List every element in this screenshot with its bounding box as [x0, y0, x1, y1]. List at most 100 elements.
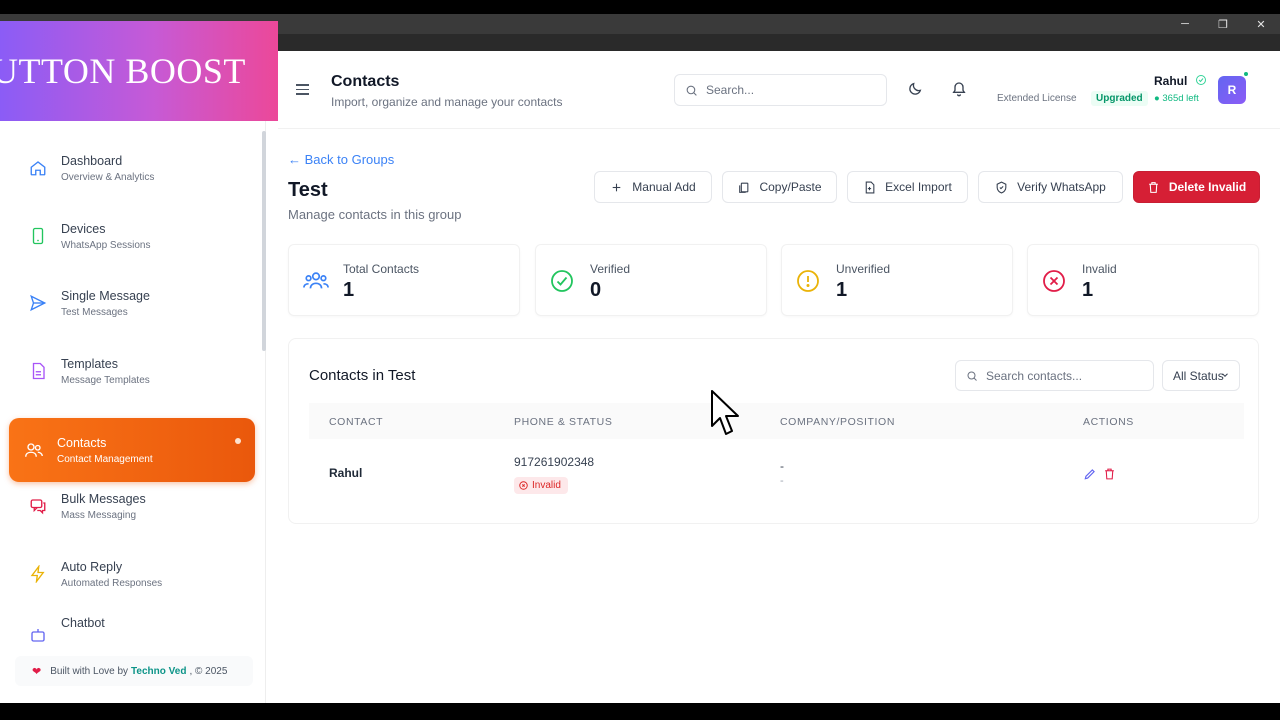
app-window: Dashboard Overview & Analytics Devices W…	[0, 51, 1280, 703]
sidebar-item-sub: Automated Responses	[61, 577, 163, 589]
footer-link[interactable]: Techno Ved	[131, 666, 186, 677]
main-content: ← Back to Groups Test Manage contacts in…	[278, 129, 1280, 703]
search-input[interactable]	[706, 83, 866, 97]
stat-value: 1	[836, 279, 848, 301]
license-label: Extended License	[997, 93, 1077, 104]
user-name: Rahul	[1154, 74, 1188, 88]
manual-add-button[interactable]: Manual Add	[594, 171, 712, 203]
sidebar-item-dashboard[interactable]: Dashboard Overview & Analytics	[9, 136, 255, 200]
stat-label: Verified	[590, 262, 631, 276]
plan-badge: Upgraded	[1091, 91, 1148, 106]
contacts-table-card: Contacts in Test All Status CONTACT PHON…	[288, 338, 1259, 524]
sidebar-item-single-message[interactable]: Single Message Test Messages	[9, 271, 255, 335]
delete-invalid-button[interactable]: Delete Invalid	[1133, 171, 1260, 203]
sidebar-item-label: Contacts	[57, 435, 107, 450]
close-button[interactable]: ✕	[1242, 18, 1280, 31]
x-circle-icon	[519, 481, 528, 490]
page-title: Contacts	[331, 73, 400, 90]
sidebar-scrollbar[interactable]	[262, 131, 266, 351]
button-label: Manual Add	[632, 180, 696, 194]
sidebar-item-templates[interactable]: Templates Message Templates	[9, 339, 255, 403]
contact-company: -	[780, 459, 784, 473]
sidebar-item-contacts[interactable]: Contacts Contact Management	[9, 418, 255, 482]
copy-paste-button[interactable]: Copy/Paste	[722, 171, 837, 203]
sidebar-item-devices[interactable]: Devices WhatsApp Sessions	[9, 204, 255, 268]
stat-label: Unverified	[836, 262, 891, 276]
button-label: Verify WhatsApp	[1017, 180, 1106, 194]
edit-icon[interactable]	[1083, 467, 1097, 481]
screen-frame: ─ ❐ ✕ UTTON BOOST Dashboard Overview & A…	[0, 0, 1280, 720]
chat-icon	[28, 496, 48, 516]
stat-card-total: Total Contacts 1	[288, 244, 520, 316]
button-label: Copy/Paste	[759, 180, 822, 194]
trash-icon	[1148, 181, 1158, 193]
sidebar-item-label: Chatbot	[61, 616, 105, 630]
column-header: COMPANY/POSITION	[780, 416, 895, 428]
footer-suffix: , © 2025	[189, 665, 228, 677]
stat-value: 1	[1082, 279, 1094, 301]
sidebar-item-sub: Contact Management	[57, 453, 153, 465]
sidebar-item-label: Auto Reply	[61, 559, 123, 574]
alert-circle-icon	[797, 270, 819, 292]
sidebar-item-sub: Overview & Analytics	[61, 171, 155, 183]
sidebar-item-bulk-messages[interactable]: Bulk Messages Mass Messaging	[9, 474, 255, 538]
sidebar-footer: ❤ Built with Love by Techno Ved , © 2025	[15, 656, 253, 686]
file-import-icon	[865, 181, 875, 193]
sidebar-item-chatbot[interactable]: Chatbot	[9, 606, 255, 646]
stat-card-unverified: Unverified 1	[781, 244, 1013, 316]
status-filter-select[interactable]: All Status	[1162, 360, 1240, 391]
column-header: CONTACT	[329, 416, 384, 428]
sidebar-item-auto-reply[interactable]: Auto Reply Automated Responses	[9, 542, 255, 606]
maximize-button[interactable]: ❐	[1204, 18, 1242, 31]
x-circle-icon	[1043, 270, 1065, 292]
table-title: Contacts in Test	[309, 367, 416, 384]
search-icon	[967, 371, 977, 381]
chevron-down-icon	[1222, 373, 1228, 377]
back-to-groups-link[interactable]: ← Back to Groups	[288, 152, 394, 167]
contacts-search[interactable]	[955, 360, 1154, 391]
bottom-letterbox	[0, 703, 1280, 720]
status-filter-value: All Status	[1173, 368, 1224, 383]
delete-icon[interactable]	[1103, 467, 1116, 481]
contact-name: Rahul	[329, 466, 363, 480]
window-subbar	[278, 34, 1280, 51]
sidebar: Dashboard Overview & Analytics Devices W…	[0, 121, 266, 703]
app-logo[interactable]: UTTON BOOST	[0, 21, 278, 121]
stat-value: 0	[590, 279, 602, 301]
sidebar-item-label: Single Message	[61, 288, 150, 303]
table-row[interactable]: Rahul 917261902348 Invalid - -	[309, 439, 1244, 505]
contacts-search-input[interactable]	[986, 368, 1146, 383]
sidebar-item-label: Bulk Messages	[61, 491, 146, 506]
sidebar-item-sub: Message Templates	[61, 374, 150, 386]
status-badge: Invalid	[514, 477, 568, 494]
button-label: Delete Invalid	[1168, 180, 1247, 194]
avatar[interactable]: R	[1218, 76, 1246, 104]
file-icon	[28, 361, 48, 381]
minimize-button[interactable]: ─	[1166, 18, 1204, 30]
phone-icon	[28, 226, 48, 246]
verify-whatsapp-button[interactable]: Verify WhatsApp	[978, 171, 1123, 203]
days-left: ● 365d left	[1154, 93, 1199, 104]
menu-toggle-icon[interactable]	[296, 84, 309, 98]
sidebar-item-label: Templates	[61, 356, 118, 371]
mouse-cursor-icon	[711, 390, 739, 435]
group-title: Test	[288, 179, 328, 201]
users-icon	[303, 272, 329, 289]
active-indicator	[235, 438, 241, 444]
stat-value: 1	[343, 279, 355, 301]
page-subtitle: Import, organize and manage your contact…	[331, 95, 563, 109]
top-header: Contacts Import, organize and manage you…	[278, 51, 1280, 129]
bot-icon	[28, 625, 48, 645]
window-controls: ─ ❐ ✕	[1166, 14, 1280, 34]
send-icon	[28, 293, 48, 313]
contact-position: -	[780, 475, 784, 487]
column-header: PHONE & STATUS	[514, 416, 613, 428]
button-label: Excel Import	[885, 180, 952, 194]
status-text: Invalid	[532, 480, 561, 491]
bell-icon[interactable]	[951, 81, 967, 97]
stat-card-verified: Verified 0	[535, 244, 767, 316]
moon-icon[interactable]	[907, 81, 923, 97]
excel-import-button[interactable]: Excel Import	[847, 171, 968, 203]
home-icon	[28, 158, 48, 178]
global-search[interactable]	[674, 74, 887, 106]
